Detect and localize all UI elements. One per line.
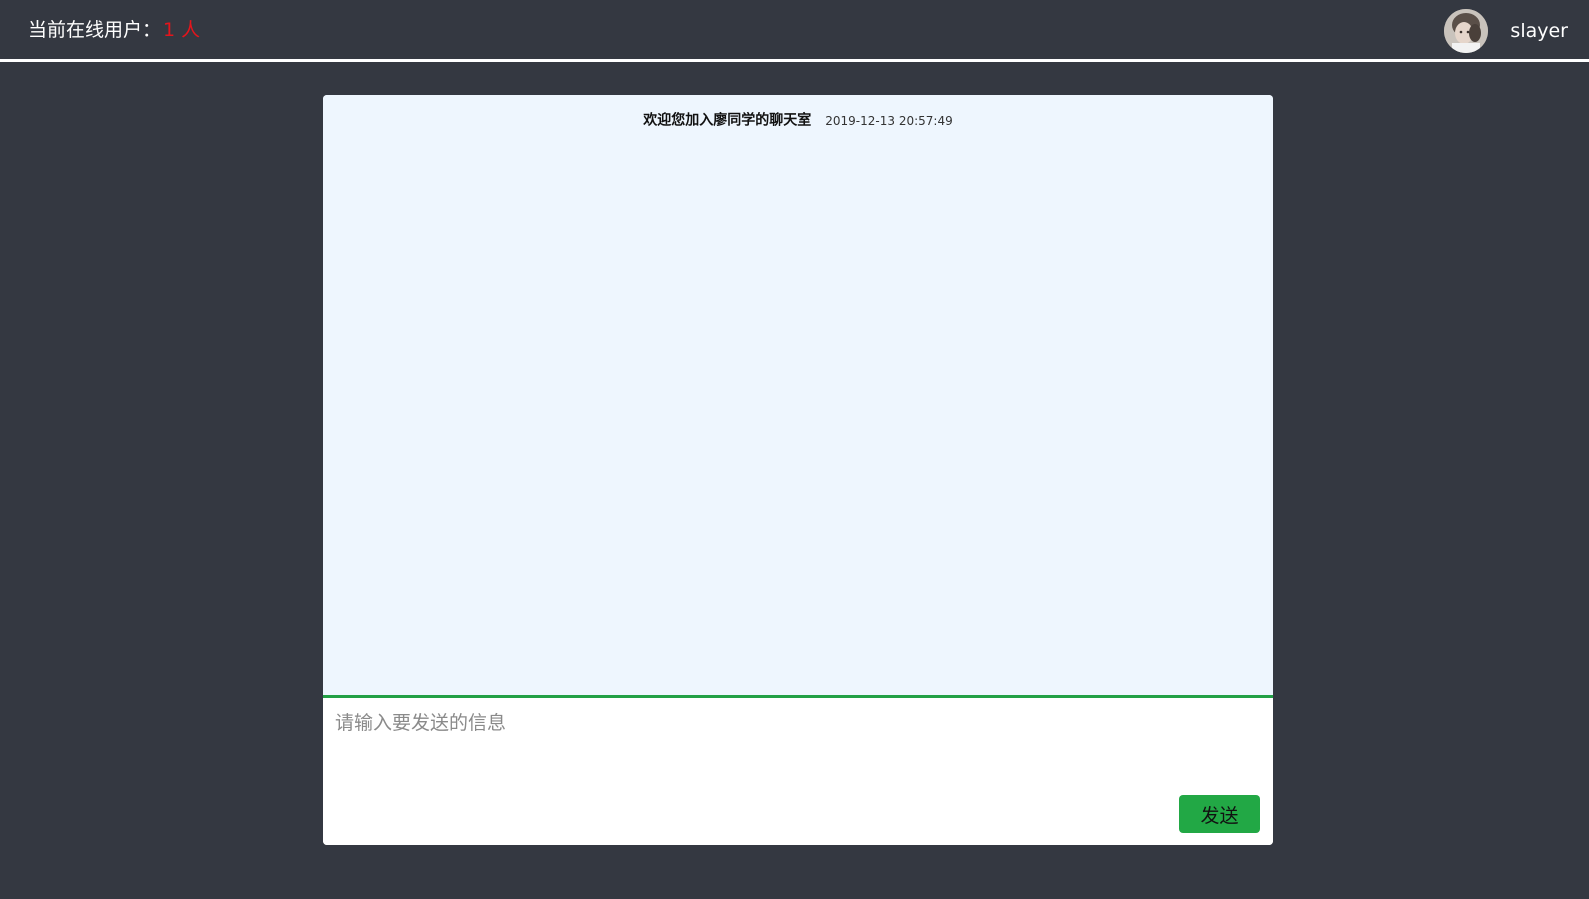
message-list[interactable]: 欢迎您加入廖同学的聊天室 2019-12-13 20:57:49 [323,95,1273,698]
top-bar: 当前在线用户： 1 人 slayer [0,0,1589,62]
online-users-count: 1 人 [163,19,201,41]
send-button[interactable]: 发送 [1179,795,1260,833]
chat-window: 欢迎您加入廖同学的聊天室 2019-12-13 20:57:49 发送 [323,95,1273,845]
user-avatar-icon [1444,9,1488,53]
system-message: 欢迎您加入廖同学的聊天室 2019-12-13 20:57:49 [323,110,1273,131]
online-users-indicator: 当前在线用户： 1 人 [28,18,200,42]
online-users-label: 当前在线用户： [28,19,162,41]
welcome-text: 欢迎您加入廖同学的聊天室 [643,112,812,129]
current-username: slayer [1510,20,1568,42]
message-input[interactable] [323,698,1273,788]
composer: 发送 [323,698,1273,845]
avatar[interactable] [1444,9,1488,53]
message-timestamp: 2019-12-13 20:57:49 [825,113,953,128]
